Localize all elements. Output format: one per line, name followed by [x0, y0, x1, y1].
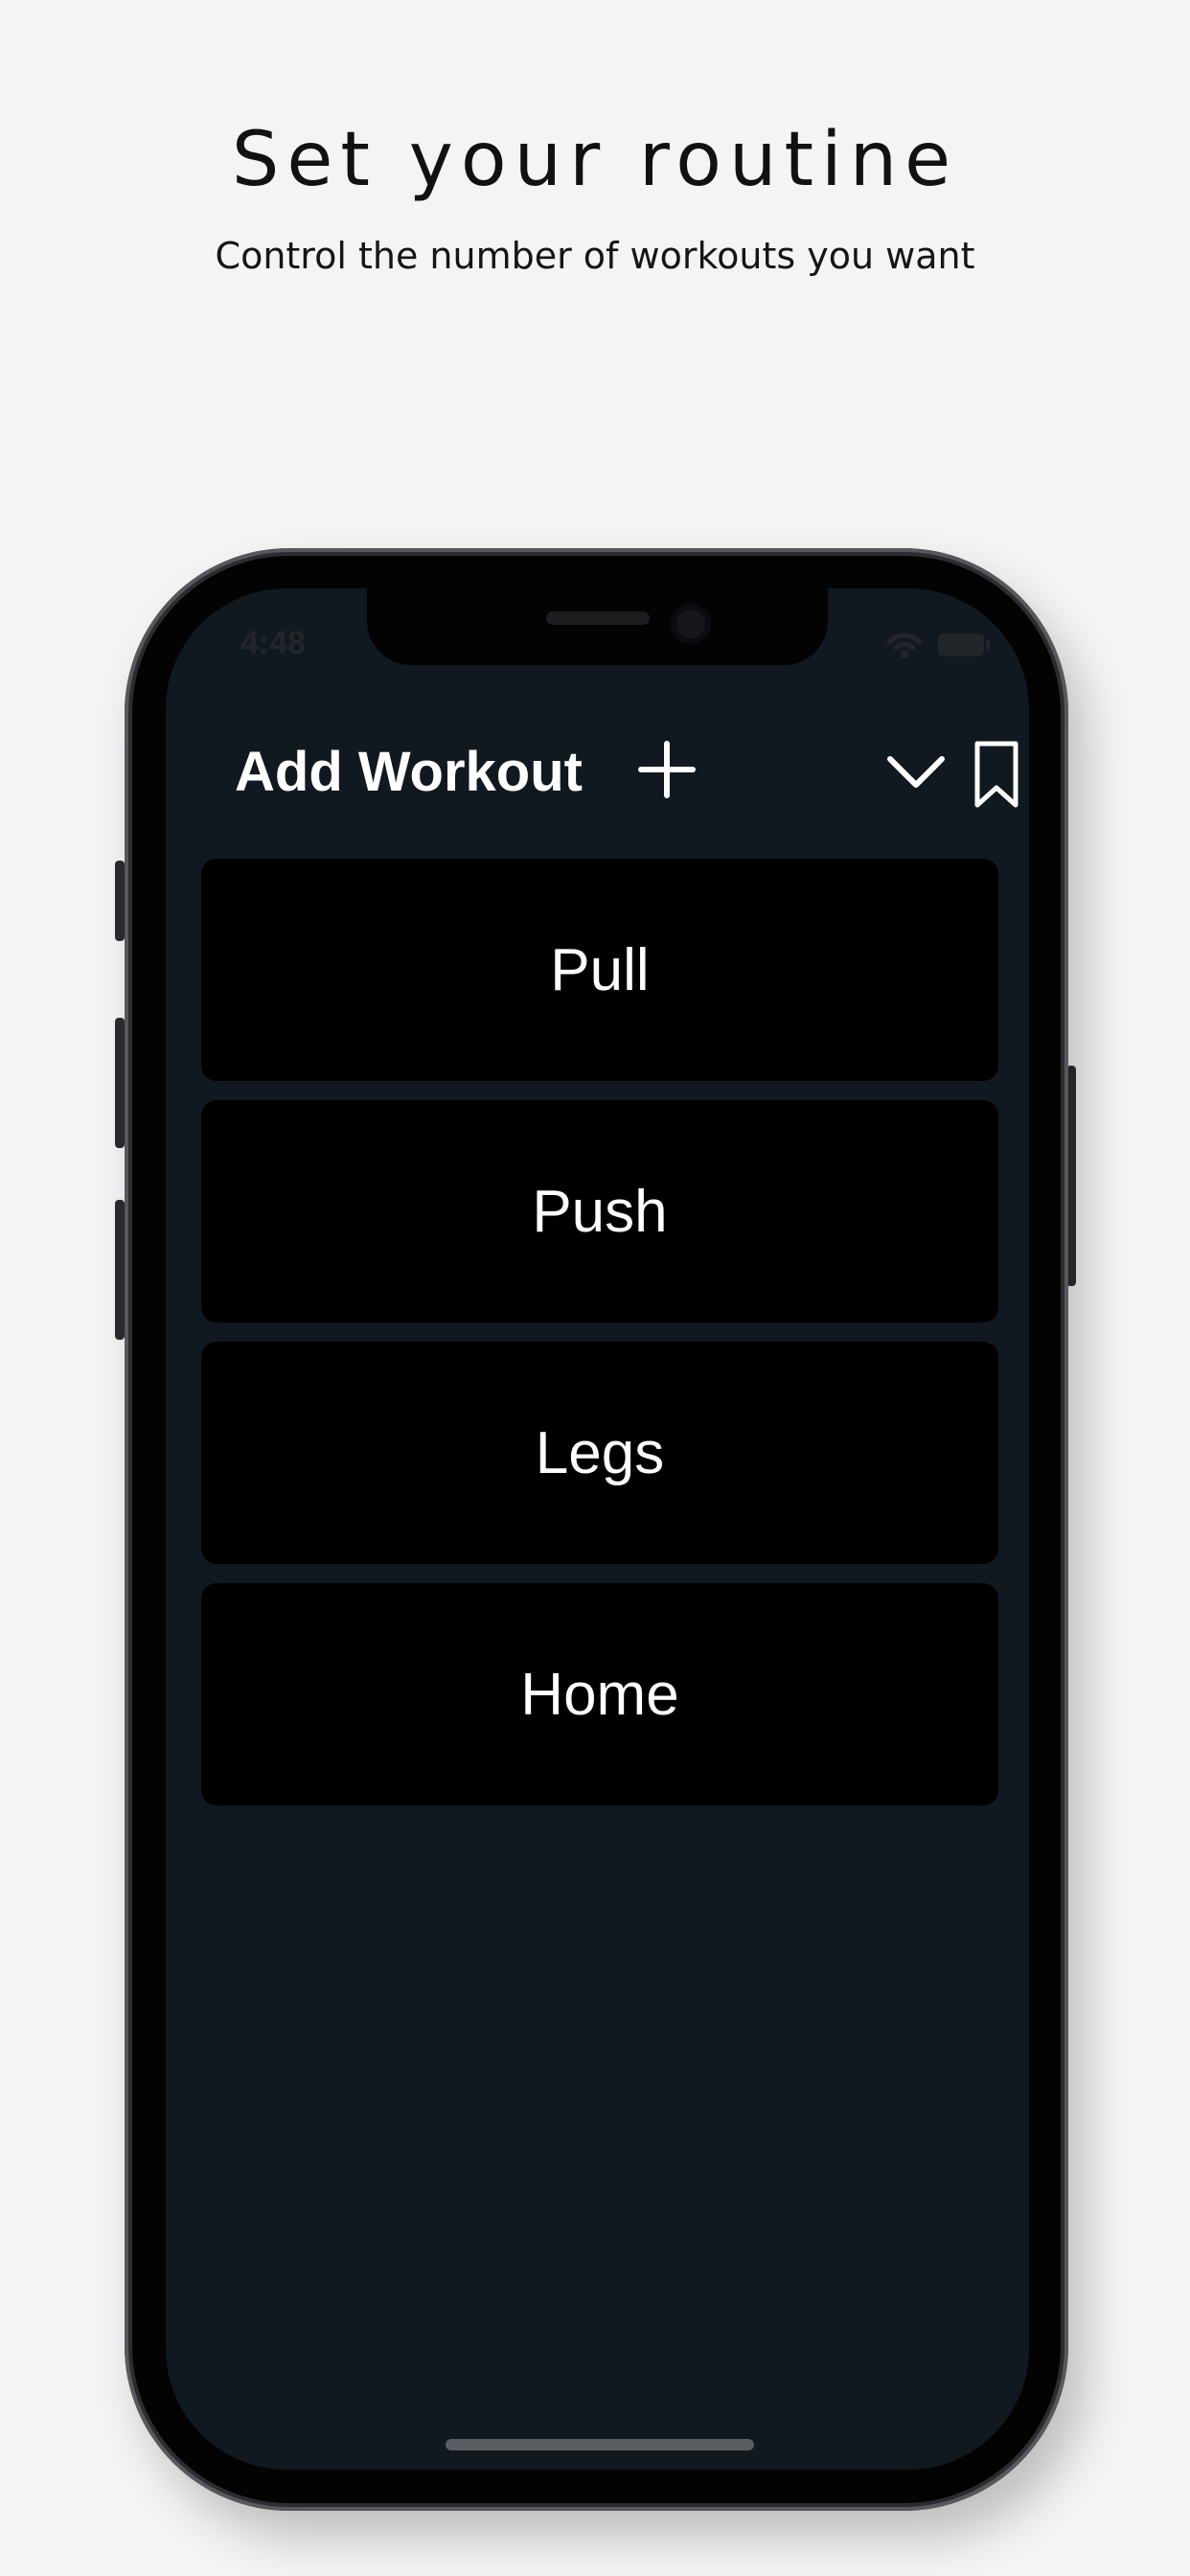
chevron-down-icon[interactable] [886, 755, 946, 790]
home-indicator[interactable] [446, 2439, 754, 2450]
workout-card-push[interactable]: Push [201, 1100, 998, 1322]
bookmark-icon[interactable] [973, 740, 1020, 809]
workout-card-home[interactable]: Home [201, 1583, 998, 1806]
volume-up-button [115, 1018, 125, 1148]
workout-list: Pull Push Legs Home [201, 859, 998, 1825]
battery-icon [938, 633, 990, 656]
plus-icon[interactable] [637, 740, 697, 799]
workout-label: Pull [550, 936, 650, 1003]
volume-down-button [115, 1200, 125, 1340]
wifi-icon [886, 632, 923, 658]
app-screen: 4:48 Add Workout Pull Push Legs Home [166, 588, 1029, 2470]
workout-card-pull[interactable]: Pull [201, 859, 998, 1081]
speaker-grille [546, 611, 650, 625]
app-header: Add Workout [235, 732, 1018, 809]
workout-label: Push [532, 1178, 668, 1245]
status-time: 4:48 [240, 625, 307, 661]
workout-label: Home [520, 1661, 679, 1728]
promo-headline: Set your routine [231, 117, 959, 203]
silent-switch [115, 861, 125, 941]
status-icons [885, 631, 991, 659]
front-camera [671, 604, 711, 644]
promo-subhead: Control the number of workouts you want [215, 235, 975, 277]
notch [367, 588, 828, 665]
workout-card-legs[interactable]: Legs [201, 1342, 998, 1564]
page-title: Add Workout [235, 741, 583, 803]
workout-label: Legs [535, 1419, 665, 1486]
